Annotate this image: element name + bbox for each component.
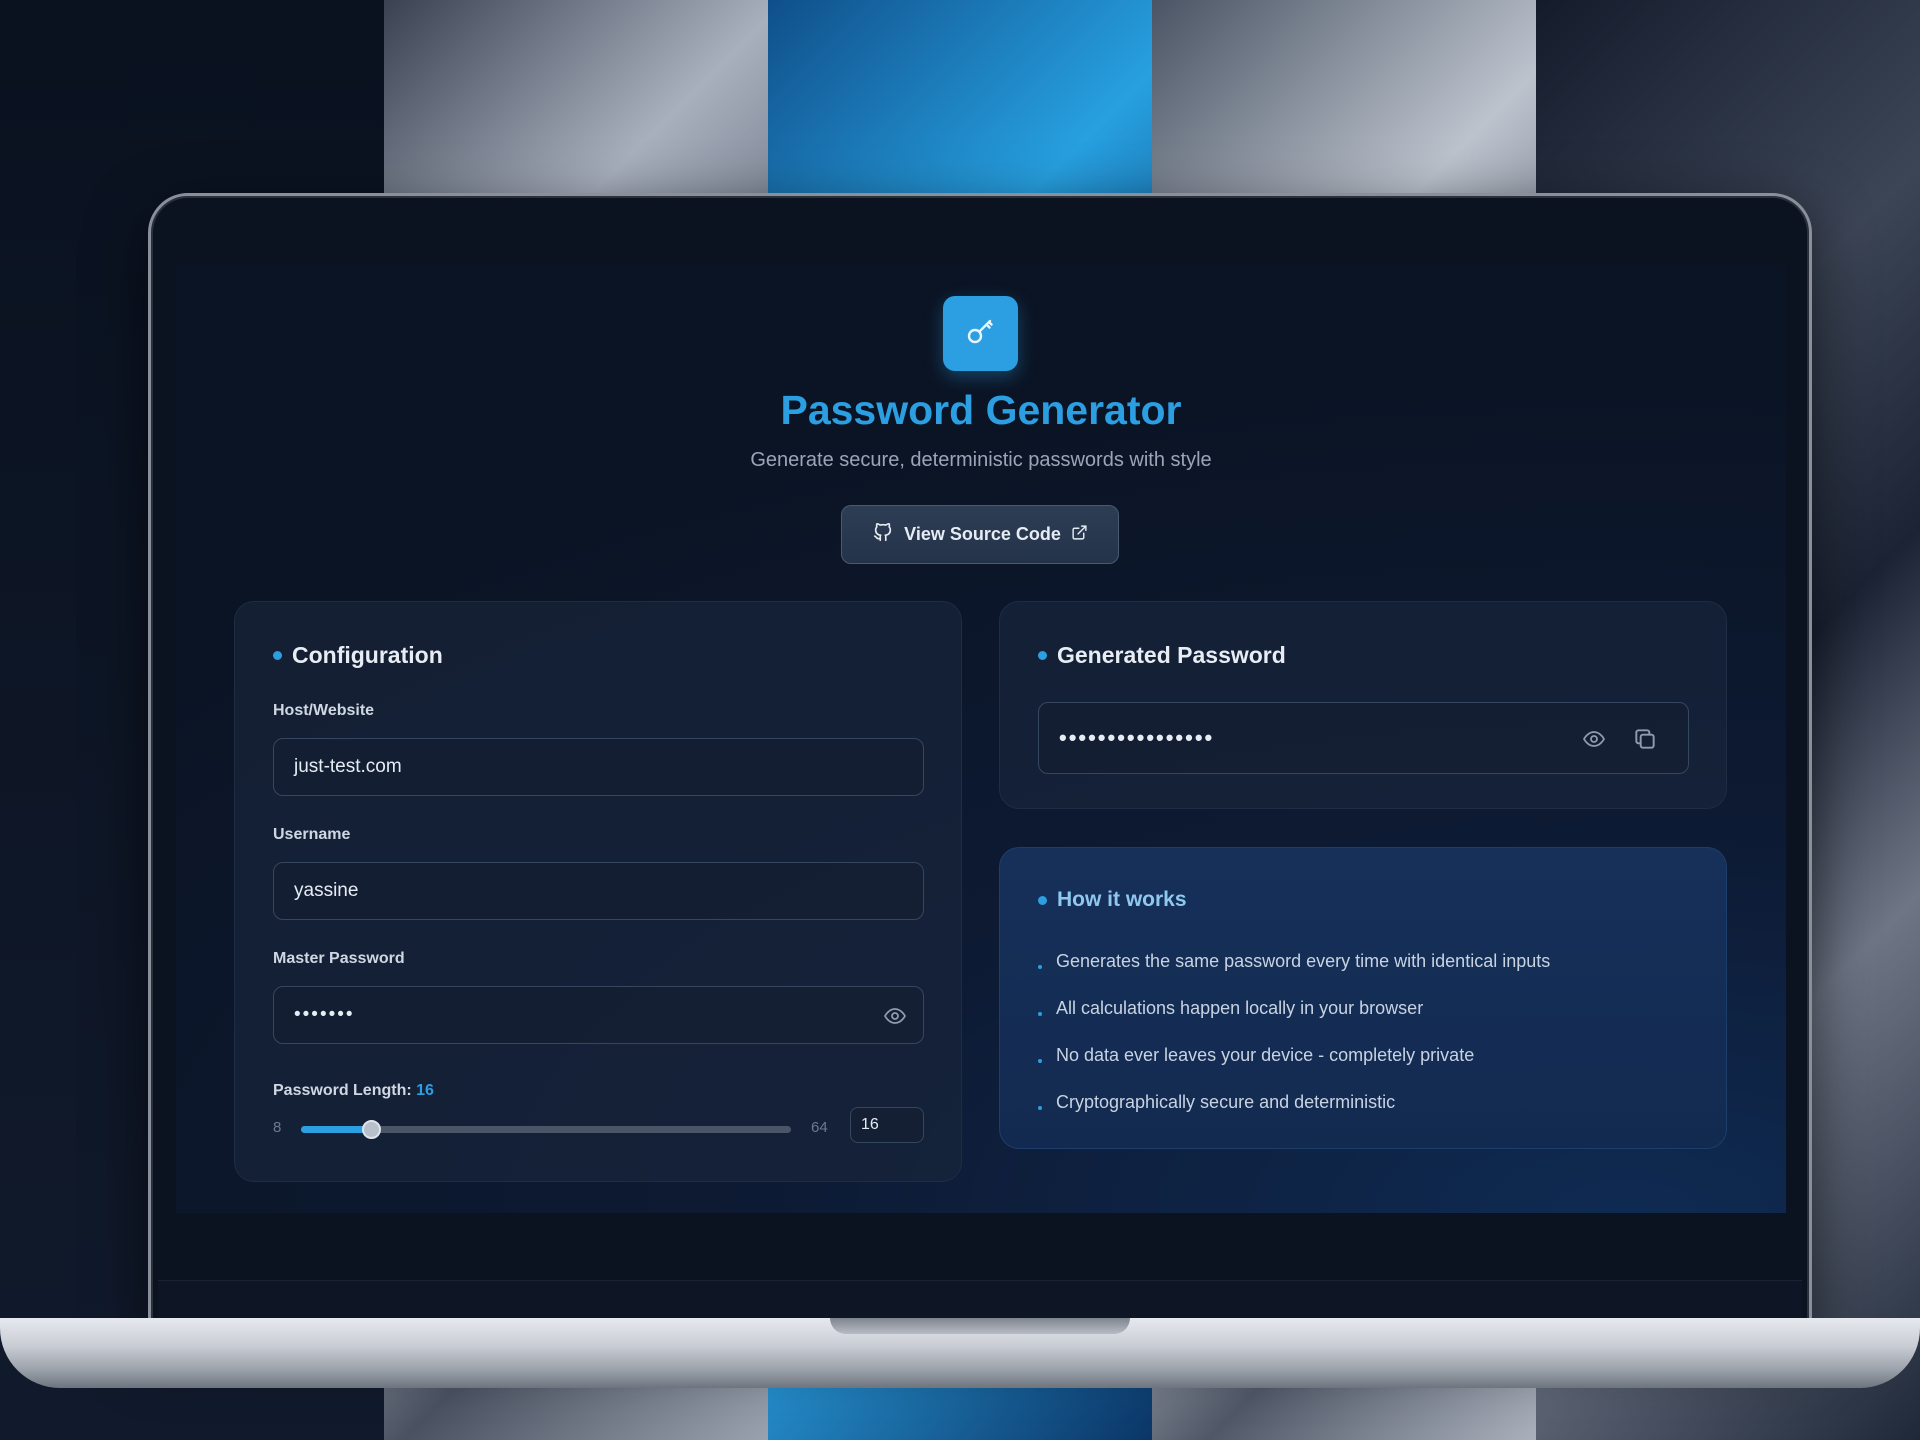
generated-password-field[interactable]: ••••••••••••••••	[1038, 702, 1689, 774]
host-field[interactable]: just-test.com	[273, 738, 924, 796]
length-number-input[interactable]: 16	[850, 1107, 924, 1143]
bullet-dot-icon	[1038, 1011, 1042, 1016]
username-value: yassine	[294, 880, 359, 901]
list-item: Cryptographically secure and determinist…	[1038, 1079, 1550, 1126]
bullet-dot-icon	[1038, 651, 1047, 660]
app-screen: Password Generator Generate secure, dete…	[176, 265, 1786, 1213]
laptop-bezel-bottom	[158, 1280, 1802, 1318]
external-link-icon	[1071, 524, 1088, 546]
copy-icon[interactable]	[1632, 726, 1658, 752]
master-password-value: •••••••	[294, 1004, 355, 1025]
bullet-dot-icon	[1038, 895, 1047, 905]
bullet-dot-icon	[273, 651, 282, 660]
configuration-card: Configuration Host/Website just-test.com…	[234, 601, 962, 1182]
how-it-works-title: How it works	[1057, 888, 1187, 911]
master-password-label: Master Password	[273, 950, 405, 967]
length-slider[interactable]	[301, 1120, 791, 1139]
bullet-dot-icon	[1038, 964, 1042, 969]
host-label: Host/Website	[273, 702, 375, 719]
list-item: No data ever leaves your device - comple…	[1038, 1032, 1550, 1079]
view-source-button[interactable]: View Source Code	[841, 505, 1119, 564]
generated-password-value: ••••••••••••••••	[1059, 725, 1215, 750]
configuration-title: Configuration	[292, 642, 443, 668]
configuration-header: Configuration	[273, 642, 443, 669]
password-length-value: 16	[416, 1082, 434, 1099]
bullet-dot-icon	[1038, 1058, 1042, 1063]
how-it-works-header: How it works	[1038, 888, 1187, 912]
generated-password-header: Generated Password	[1038, 642, 1286, 669]
length-min-label: 8	[273, 1119, 282, 1136]
master-password-field[interactable]: •••••••	[273, 986, 924, 1044]
password-length-label: Password Length: 16	[273, 1082, 434, 1100]
list-item-text: No data ever leaves your device - comple…	[1056, 1045, 1475, 1065]
toggle-visibility-eye-icon[interactable]	[883, 1004, 907, 1028]
list-item-text: Generates the same password every time w…	[1056, 951, 1551, 971]
page-subtitle: Generate secure, deterministic passwords…	[750, 449, 1212, 471]
password-length-text: Password Length:	[273, 1082, 412, 1099]
length-slider-fill	[301, 1126, 372, 1133]
github-icon	[872, 521, 894, 548]
list-item-text: Cryptographically secure and determinist…	[1056, 1092, 1396, 1112]
list-item: Generates the same password every time w…	[1038, 938, 1550, 985]
how-it-works-list: Generates the same password every time w…	[1038, 938, 1550, 1126]
generated-password-title: Generated Password	[1057, 642, 1286, 668]
bullet-dot-icon	[1038, 1105, 1042, 1110]
host-value: just-test.com	[294, 756, 402, 777]
generated-password-card: Generated Password ••••••••••••••••	[999, 601, 1727, 809]
username-label: Username	[273, 826, 351, 843]
how-it-works-card: How it works Generates the same password…	[999, 847, 1727, 1149]
username-field[interactable]: yassine	[273, 862, 924, 920]
show-password-eye-icon[interactable]	[1582, 727, 1606, 751]
length-max-label: 64	[811, 1119, 828, 1136]
key-icon	[963, 313, 999, 354]
length-slider-thumb[interactable]	[362, 1120, 382, 1139]
app-logo	[943, 296, 1018, 371]
list-item: All calculations happen locally in your …	[1038, 985, 1550, 1032]
list-item-text: All calculations happen locally in your …	[1056, 998, 1424, 1018]
view-source-label: View Source Code	[904, 524, 1061, 544]
laptop-notch	[830, 1318, 1130, 1334]
page-title: Password Generator	[780, 387, 1182, 433]
